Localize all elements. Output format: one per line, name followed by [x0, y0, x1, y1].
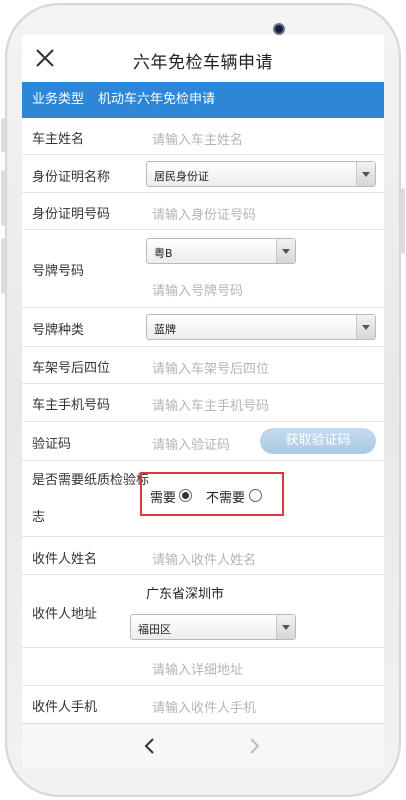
plate-row: 号牌号码 粤B 请输入号牌号码 — [22, 230, 384, 308]
recipient-name-row: 收件人姓名 请输入收件人姓名 — [22, 537, 384, 575]
code-input[interactable]: 请输入验证码 — [152, 434, 230, 453]
chevron-down-icon — [276, 615, 295, 639]
address-region: 广东省深圳市 — [146, 587, 225, 602]
power-button — [401, 188, 405, 254]
id-type-row: 身份证明名称 居民身份证 — [22, 155, 384, 193]
mute-switch — [1, 118, 5, 152]
plate-type-value: 蓝牌 — [154, 323, 176, 336]
chevron-down-icon — [356, 315, 375, 339]
page-title: 六年免检车辆申请 — [133, 53, 273, 73]
home-indicator — [181, 769, 225, 793]
option-yes-label: 需要 — [150, 491, 177, 506]
recipient-phone-input[interactable]: 请输入收件人手机 — [152, 697, 256, 716]
detail-address-row: 请输入详细地址 — [22, 648, 384, 686]
id-type-select[interactable]: 居民身份证 — [146, 161, 376, 187]
vin4-label: 车架号后四位 — [32, 361, 111, 376]
id-number-row: 身份证明号码 请输入身份证号码 — [22, 193, 384, 230]
volume-down-button — [1, 238, 5, 294]
owner-phone-input[interactable]: 请输入车主手机号码 — [152, 395, 269, 414]
browser-toolbar — [22, 723, 384, 767]
plate-type-label: 号牌种类 — [32, 323, 85, 338]
option-no-radio[interactable] — [249, 489, 262, 502]
district-select[interactable]: 福田区 — [130, 614, 296, 640]
owner-name-label: 车主姓名 — [32, 132, 85, 147]
id-number-input[interactable]: 请输入身份证号码 — [152, 204, 256, 223]
plate-prefix-select[interactable]: 粤B — [146, 238, 296, 264]
id-type-label: 身份证明名称 — [32, 170, 111, 185]
paper-mark-label-cont: 志 — [32, 510, 46, 525]
recipient-phone-label: 收件人手机 — [32, 700, 98, 715]
nav-bar: 六年免检车辆申请 — [22, 35, 384, 81]
option-no-label: 不需要 — [206, 491, 246, 506]
plate-number-input[interactable]: 请输入号牌号码 — [152, 280, 243, 299]
vin4-input[interactable]: 请输入车架号后四位 — [152, 358, 269, 377]
code-row: 验证码 请输入验证码 获取验证码 — [22, 422, 384, 461]
plate-type-select[interactable]: 蓝牌 — [146, 314, 376, 340]
owner-name-row: 车主姓名 请输入车主姓名 — [22, 118, 384, 155]
recipient-address-row: 收件人地址 广东省深圳市 福田区 — [22, 575, 384, 648]
id-number-label: 身份证明号码 — [32, 207, 111, 222]
recipient-name-label: 收件人姓名 — [32, 552, 98, 567]
owner-phone-label: 车主手机号码 — [32, 398, 111, 413]
plate-prefix-value: 粤B — [154, 247, 173, 260]
plate-type-row: 号牌种类 蓝牌 — [22, 308, 384, 347]
business-type-value: 机动车六年免检申请 — [98, 92, 216, 107]
volume-up-button — [1, 170, 5, 226]
business-type-banner: 业务类型 机动车六年免检申请 — [22, 82, 384, 118]
plate-label: 号牌号码 — [32, 264, 85, 279]
code-label: 验证码 — [32, 437, 72, 452]
recipient-address-label: 收件人地址 — [32, 607, 98, 622]
detail-address-input[interactable]: 请输入详细地址 — [152, 659, 243, 678]
chevron-right-icon — [250, 738, 260, 754]
district-value: 福田区 — [138, 623, 171, 636]
paper-mark-label: 是否需要纸质检验标 — [32, 473, 150, 488]
id-type-value: 居民身份证 — [154, 170, 209, 183]
owner-name-input[interactable]: 请输入车主姓名 — [152, 129, 243, 148]
owner-phone-row: 车主手机号码 请输入车主手机号码 — [22, 384, 384, 422]
chevron-left-icon[interactable] — [140, 736, 160, 756]
recipient-name-input[interactable]: 请输入收件人姓名 — [152, 549, 256, 568]
vin4-row: 车架号后四位 请输入车架号后四位 — [22, 347, 384, 384]
camera-icon — [273, 23, 285, 35]
option-yes-radio[interactable] — [179, 489, 192, 502]
get-code-button[interactable]: 获取验证码 — [260, 428, 376, 454]
recipient-phone-row: 收件人手机 请输入收件人手机 — [22, 686, 384, 723]
app-screen: 六年免检车辆申请 业务类型 机动车六年免检申请 车主姓名 请输入车主姓名 身份证… — [22, 35, 384, 767]
chevron-down-icon — [276, 239, 295, 263]
business-type-label: 业务类型 — [32, 92, 85, 107]
chevron-down-icon — [356, 162, 375, 186]
